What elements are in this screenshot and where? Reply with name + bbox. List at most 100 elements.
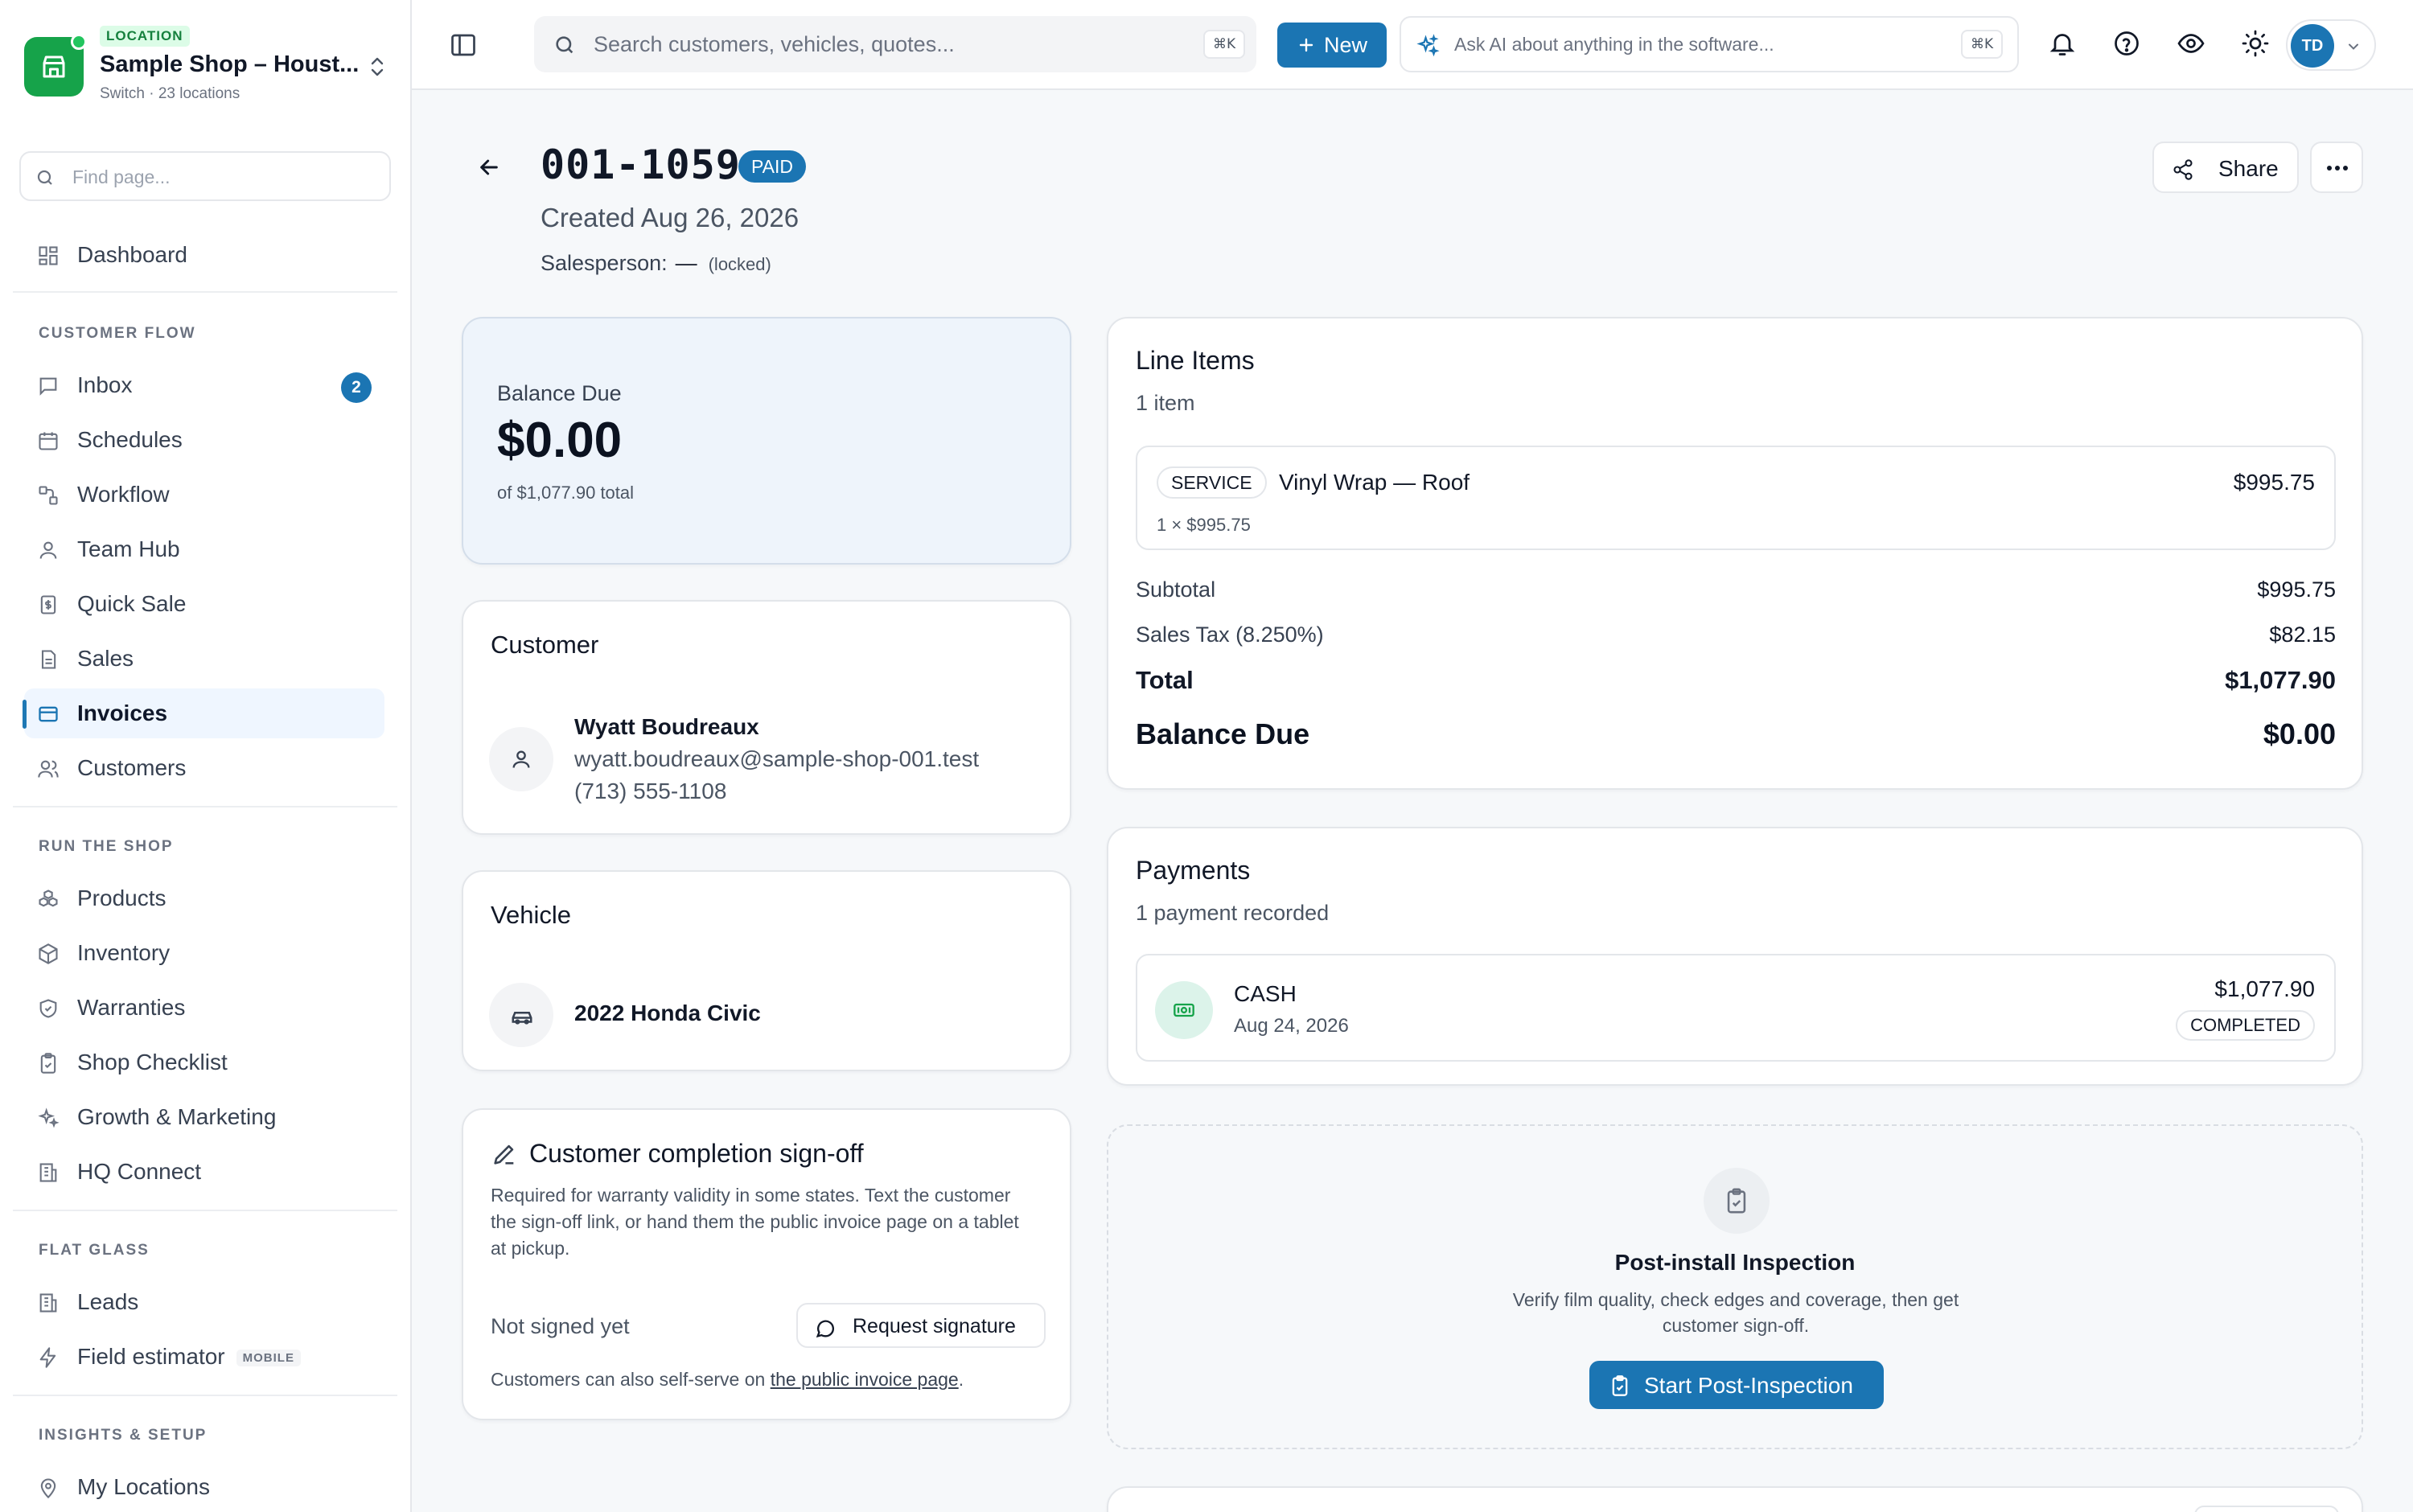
eye-icon[interactable] [2177,29,2205,58]
package-icon [39,943,58,964]
sidebar-item-label: Invoices [77,701,168,725]
public-invoice-link[interactable]: the public invoice page [771,1369,959,1390]
sidebar-item-workflow[interactable]: Workflow [24,470,384,520]
car-icon [512,1012,532,1025]
new-button[interactable]: New [1277,23,1387,68]
ask-ai-field[interactable]: Ask AI about anything in the software...… [1400,16,2019,72]
section-title-flat-glass: FLAT GLASS [39,1242,150,1259]
calendar-icon [39,432,58,450]
location-name: Sample Shop – Houst... [100,51,360,77]
subtotal-label: Subtotal [1136,577,1216,602]
message-circle-icon [816,1320,834,1338]
sidebar-item-invoices[interactable]: Invoices [23,688,384,738]
customer-email[interactable]: wyatt.boudreaux@sample-shop-001.test [574,746,979,772]
payments-card: Payments 1 payment recorded CASH Aug 24,… [1107,827,2363,1086]
sidebar-item-inventory[interactable]: Inventory [24,928,384,978]
sidebar-item-label: Warranties [77,995,186,1020]
sparkles-icon [1416,34,1440,57]
sidebar-item-growth-marketing[interactable]: Growth & Marketing [24,1092,384,1142]
sidebar-divider [13,1210,397,1211]
sun-icon[interactable] [2241,29,2270,58]
sidebar-item-quick-sale[interactable]: Quick Sale [24,579,384,629]
signoff-description: Required for warranty validity in some s… [491,1185,1019,1259]
sidebar-item-my-locations[interactable]: My Locations [24,1462,384,1512]
line-item-price: $995.75 [2233,470,2315,495]
lightning-icon [39,1347,56,1368]
sidebar: LOCATION Sample Shop – Houst... Switch ·… [0,0,412,1512]
bell-icon[interactable] [2048,29,2077,58]
sidebar-item-label: Inbox [77,372,133,397]
payment-row[interactable]: CASH Aug 24, 2026 $1,077.90 COMPLETED [1136,954,2336,1062]
pen-icon [494,1144,514,1165]
user-icon [39,541,57,559]
receipt-dollar-icon [40,595,56,614]
payment-date: Aug 24, 2026 [1234,1015,1349,1037]
vehicle-name[interactable]: 2022 Honda Civic [574,1000,761,1026]
section-title-run-the-shop: RUN THE SHOP [39,838,174,855]
field-estimator-label: Field estimator [77,1344,225,1369]
sidebar-item-schedules[interactable]: Schedules [24,415,384,465]
share-button[interactable]: Share [2152,142,2299,193]
balance-due-label: Balance Due [1136,717,1310,750]
line-item-row[interactable]: SERVICE Vinyl Wrap — Roof $995.75 1 × $9… [1136,446,2336,550]
sidebar-item-hq-connect[interactable]: HQ Connect [24,1147,384,1197]
global-search[interactable]: ⌘K [534,16,1256,72]
request-signature-button[interactable]: Request signature [796,1303,1046,1348]
customer-card: Customer Wyatt Boudreaux wyatt.boudreaux… [462,600,1071,835]
document-icon [41,650,56,669]
payments-count: 1 payment recorded [1136,901,1330,925]
sidebar-item-label: Customers [77,755,187,780]
section-title-customer-flow: CUSTOMER FLOW [39,325,196,342]
customer-phone[interactable]: (713) 555-1108 [574,779,726,804]
customer-avatar [489,727,553,791]
sidebar-item-inbox[interactable]: Inbox 2 [24,360,384,410]
sidebar-item-team-hub[interactable]: Team Hub [24,524,384,574]
balance-card: Balance Due $0.00 of $1,077.90 total [462,317,1071,565]
total-label: Total [1136,666,1194,694]
chevron-up-down-icon [371,57,384,76]
balance-due-value: $0.00 [2263,717,2336,750]
find-page-input[interactable] [72,162,378,191]
line-items-count: 1 item [1136,391,1195,415]
search-input[interactable] [594,29,1157,60]
sidebar-item-dashboard[interactable]: Dashboard [24,230,384,280]
inspection-title: Post-install Inspection [1614,1250,1856,1275]
building-icon [39,1293,57,1313]
sidebar-item-customers[interactable]: Customers [24,743,384,793]
inbox-icon [39,377,57,396]
online-status-dot [71,34,87,50]
find-page-field[interactable] [19,151,391,201]
sidebar-item-field-estimator[interactable]: Field estimator MOBILE [24,1332,384,1382]
more-horizontal-icon [2327,166,2348,171]
tax-label: Sales Tax (8.250%) [1136,622,1324,647]
tax-value: $82.15 [2269,622,2336,647]
next-card-button-partial[interactable] [2194,1506,2339,1512]
plus-icon [1299,38,1313,52]
help-circle-icon[interactable] [2112,29,2141,58]
map-pin-icon [40,1478,56,1499]
back-arrow-icon[interactable] [476,154,502,180]
sidebar-item-shop-checklist[interactable]: Shop Checklist [24,1037,384,1087]
user-icon [512,750,530,768]
sidebar-item-warranties[interactable]: Warranties [24,983,384,1033]
start-post-inspection-button[interactable]: Start Post-Inspection [1589,1361,1884,1409]
more-actions-button[interactable] [2310,142,2363,193]
sidebar-item-leads[interactable]: Leads [24,1277,384,1327]
self-serve-prefix: Customers can also self-serve on [491,1369,771,1390]
sidebar-item-sales[interactable]: Sales [24,634,384,684]
user-menu[interactable]: TD [2286,19,2376,71]
salesperson-row: Salesperson: — (locked) [541,251,771,276]
location-switcher[interactable]: LOCATION Sample Shop – Houst... Switch ·… [24,23,386,103]
created-date: Created Aug 26, 2026 [541,203,800,232]
sidebar-item-products[interactable]: Products [24,873,384,923]
customer-name[interactable]: Wyatt Boudreaux [574,714,759,740]
start-post-inspection-label: Start Post-Inspection [1644,1373,1853,1398]
balance-label: Balance Due [497,381,622,405]
sidebar-item-label: Growth & Marketing [77,1104,277,1129]
line-item-type-badge: SERVICE [1157,466,1267,499]
sidebar-divider [13,291,397,293]
sparkles-icon [38,1107,60,1128]
location-subtitle: Switch · 23 locations [100,85,240,102]
sidebar-item-label: My Locations [77,1474,210,1499]
sidebar-toggle-icon[interactable] [449,31,478,60]
